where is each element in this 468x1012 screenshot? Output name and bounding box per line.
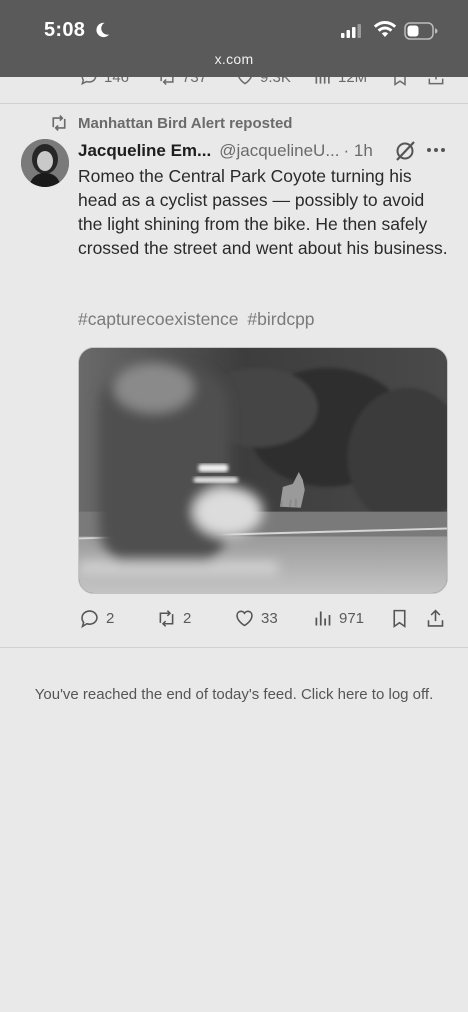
status-bar: 5:08 x.com	[0, 0, 468, 77]
share-icon	[427, 609, 444, 627]
avatar[interactable]	[21, 139, 69, 187]
heart-icon	[236, 610, 253, 627]
battery-icon	[404, 22, 438, 40]
tweet-text: Romeo the Central Park Coyote turning hi…	[78, 166, 448, 258]
like-count: 33	[261, 610, 278, 627]
like-button[interactable]: 33	[234, 608, 278, 629]
grok-icon[interactable]	[393, 139, 417, 163]
prev-like-button[interactable]: 9.3K	[235, 77, 291, 87]
tweet-time[interactable]: · 1h	[344, 141, 373, 161]
moon-icon	[96, 22, 110, 38]
reply-icon	[81, 610, 98, 629]
repost-header[interactable]: Manhattan Bird Alert reposted	[49, 114, 292, 132]
heart-icon	[238, 77, 252, 85]
bookmark-button[interactable]	[389, 608, 410, 629]
prev-views-count: 12M	[338, 77, 368, 86]
url-bar[interactable]: x.com	[0, 51, 468, 67]
signal-icon	[341, 24, 361, 38]
repost-label: Manhattan Bird Alert reposted	[78, 114, 293, 132]
prev-reply-count: 146	[104, 77, 130, 86]
hashtag-link[interactable]: #birdcpp	[247, 309, 314, 329]
views-icon	[315, 611, 331, 626]
avatar-image	[21, 139, 69, 187]
reply-count: 2	[106, 610, 115, 627]
prev-share-button[interactable]	[426, 77, 446, 87]
tweet-image[interactable]	[78, 347, 448, 594]
end-of-feed-link[interactable]: You've reached the end of today's feed. …	[0, 686, 468, 703]
status-time: 5:08	[44, 19, 86, 41]
views-icon	[315, 77, 330, 84]
divider	[0, 647, 468, 648]
tweet-actions: 2 2 33 971	[0, 606, 468, 634]
wifi-icon	[373, 21, 397, 37]
views-count: 971	[339, 610, 365, 627]
reply-button[interactable]: 2	[79, 608, 114, 629]
share-icon	[428, 77, 444, 85]
prev-repost-count: 737	[182, 77, 208, 86]
author-name[interactable]: Jacqueline Em...	[78, 141, 211, 161]
repost-icon	[159, 610, 174, 627]
reply-icon	[81, 77, 97, 86]
hashtags: #capturecoexistence #birdcpp	[78, 309, 319, 330]
prev-views-button[interactable]: 12M	[313, 77, 367, 87]
repost-icon	[52, 115, 66, 131]
prev-reply-button[interactable]: 146	[79, 77, 129, 87]
share-button[interactable]	[425, 608, 446, 629]
hashtag-link[interactable]: #capturecoexistence	[78, 309, 239, 329]
more-options-icon[interactable]	[425, 140, 447, 160]
bookmark-icon	[393, 609, 406, 628]
views-button[interactable]: 971	[312, 608, 364, 629]
prev-like-count: 9.3K	[260, 77, 291, 86]
previous-tweet-actions: 146 737 9.3K 12M	[0, 77, 468, 89]
bookmark-icon	[394, 77, 406, 86]
author-handle[interactable]: @jacquelineU...	[219, 141, 339, 161]
repost-count: 2	[183, 610, 192, 627]
repost-button[interactable]: 2	[156, 608, 191, 629]
coyote-cyclist-photo	[79, 348, 447, 593]
prev-repost-button[interactable]: 737	[157, 77, 207, 87]
divider	[0, 103, 468, 104]
repost-icon	[160, 77, 174, 86]
prev-bookmark-button[interactable]	[390, 77, 410, 87]
